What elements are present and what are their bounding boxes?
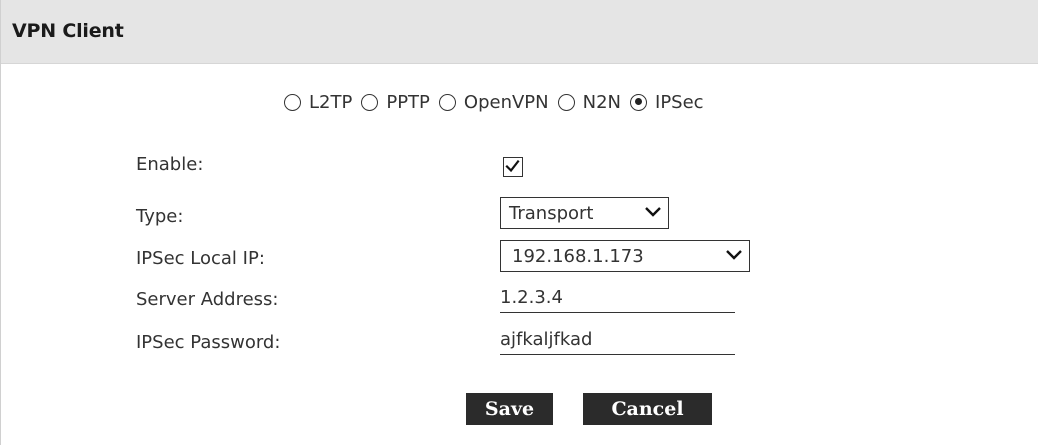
radio-button[interactable] <box>284 93 301 111</box>
protocol-option-l2tp[interactable]: L2TP <box>284 92 352 113</box>
type-select[interactable]: Transport <box>500 197 669 229</box>
type-select-value: Transport <box>509 202 594 224</box>
password-input[interactable] <box>500 325 735 355</box>
protocol-label: L2TP <box>309 91 353 113</box>
protocol-option-n2n[interactable]: N2N <box>557 91 622 113</box>
server-address-label: Server Address: <box>136 289 279 310</box>
checkmark-icon <box>505 159 520 173</box>
protocol-selector: L2TP PPTP OpenVPN N2N IPSec <box>284 88 713 116</box>
radio-button-selected[interactable] <box>630 93 648 111</box>
protocol-label: PPTP <box>386 91 430 113</box>
local-ip-select-value: 192.168.1.173 <box>512 245 644 267</box>
protocol-label: IPSec <box>655 91 704 113</box>
protocol-label: OpenVPN <box>463 91 549 113</box>
protocol-option-pptp[interactable]: PPTP <box>361 92 430 113</box>
panel-header: VPN Client <box>1 0 1038 64</box>
panel-title: VPN Client <box>12 20 124 42</box>
save-button[interactable]: Save <box>466 393 553 425</box>
type-label: Type: <box>136 206 184 227</box>
local-ip-select[interactable]: 192.168.1.173 <box>500 240 750 272</box>
vpn-client-panel: VPN Client L2TP PPTP OpenVPN N2N IPSec E… <box>0 0 1038 445</box>
radio-button[interactable] <box>361 93 379 111</box>
chevron-down-icon <box>645 207 661 217</box>
password-label: IPSec Password: <box>136 332 281 353</box>
protocol-option-openvpn[interactable]: OpenVPN <box>438 91 549 113</box>
cancel-button[interactable]: Cancel <box>583 393 712 425</box>
chevron-down-icon <box>726 250 742 260</box>
protocol-option-ipsec[interactable]: IPSec <box>630 92 704 113</box>
radio-button[interactable] <box>557 93 575 111</box>
radio-button[interactable] <box>438 93 456 111</box>
enable-checkbox[interactable] <box>503 157 523 177</box>
server-address-input[interactable] <box>500 283 735 313</box>
enable-label: Enable: <box>136 154 204 175</box>
local-ip-label: IPSec Local IP: <box>136 248 265 269</box>
protocol-label: N2N <box>582 91 622 113</box>
